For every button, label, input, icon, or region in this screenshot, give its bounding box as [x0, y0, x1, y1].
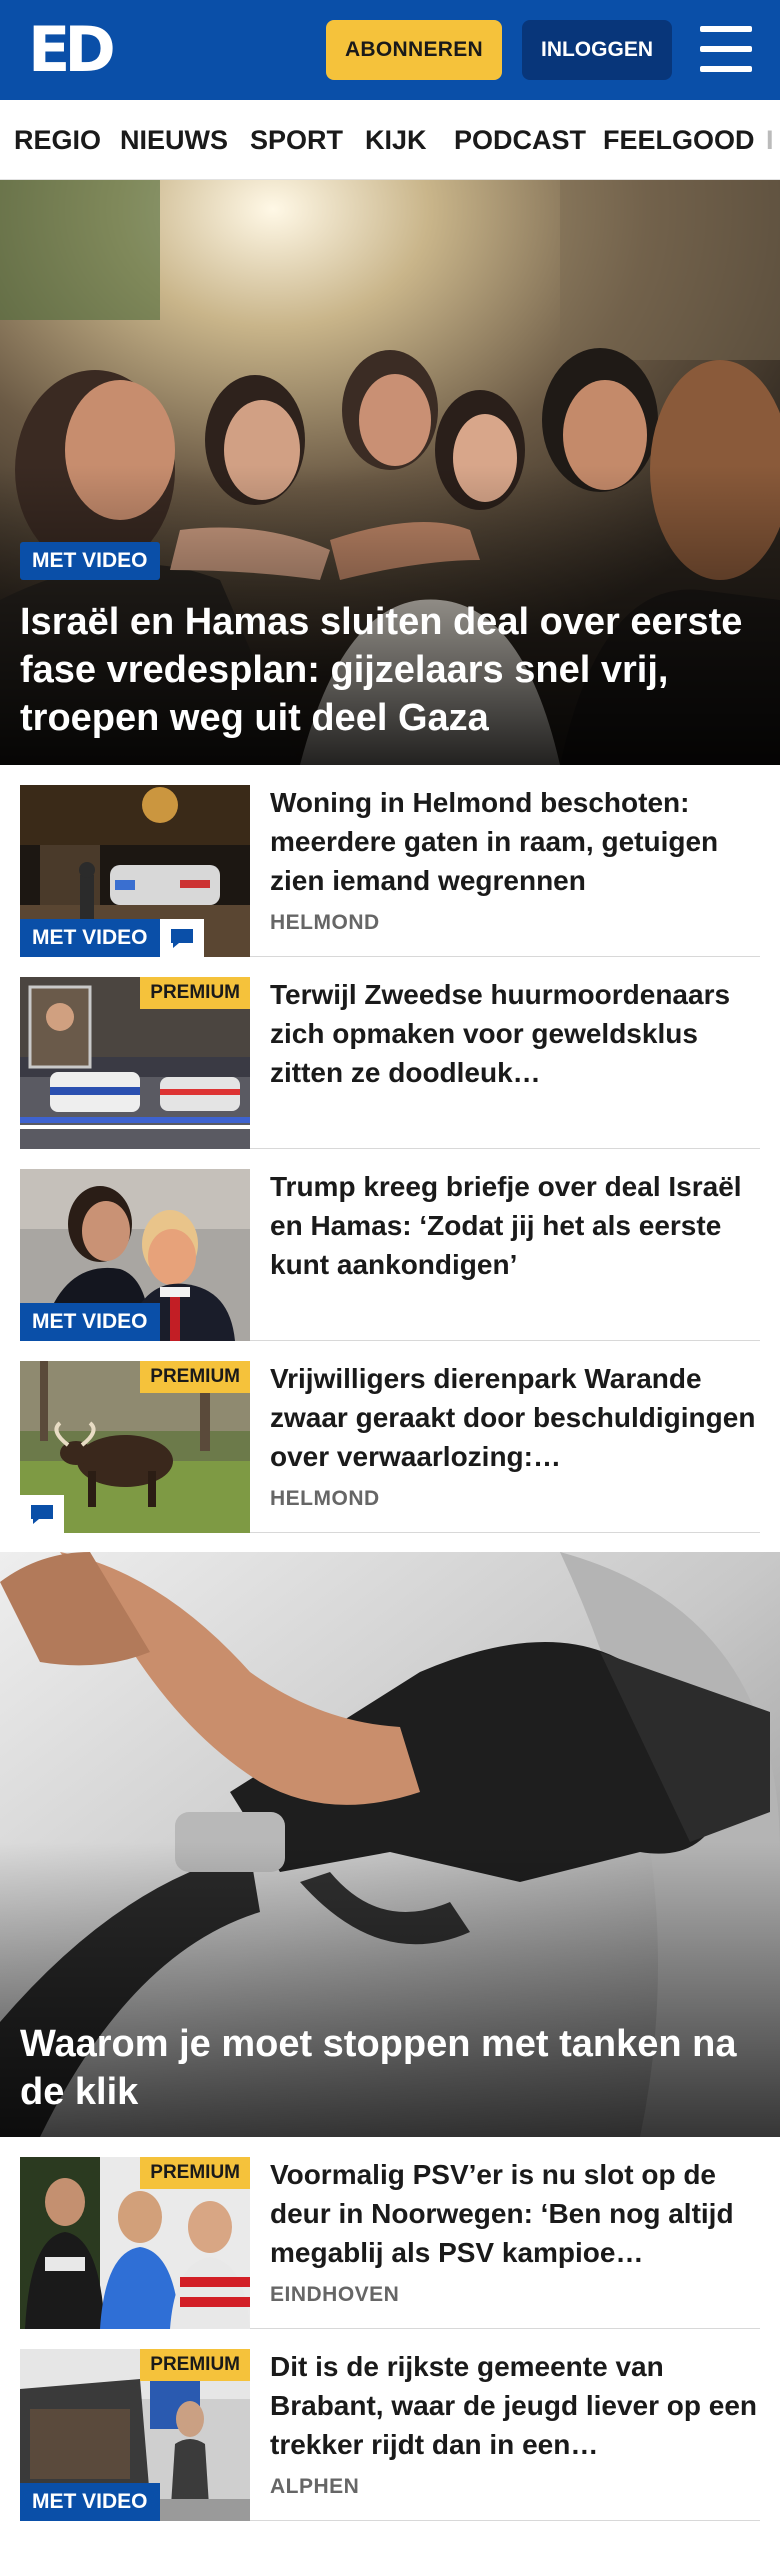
- nav-item-nieuws[interactable]: NIEUWS: [120, 100, 228, 179]
- nav-item-kijk[interactable]: KIJK: [365, 100, 427, 179]
- premium-badge: PREMIUM: [140, 2157, 250, 2189]
- hero-headline[interactable]: Israël en Hamas sluiten deal over eerste…: [20, 598, 760, 742]
- hamburger-menu-icon[interactable]: [700, 26, 752, 72]
- article-thumbnail: MET VIDEO: [20, 1169, 250, 1341]
- article-region-tag: EINDHOVEN: [270, 2283, 400, 2306]
- video-badge: MET VIDEO: [20, 1303, 160, 1341]
- nav-item-feelgood[interactable]: FEELGOOD: [603, 100, 755, 179]
- list-item[interactable]: PREMIUM Voormalig PSV’er is nu slot op d…: [20, 2137, 760, 2329]
- list-item[interactable]: PREMIUM Terwijl Zweedse huurmoorde­naars…: [20, 957, 760, 1149]
- list-item[interactable]: PREMIUM MET VIDEO Dit is de rijkste geme…: [20, 2329, 760, 2521]
- nav-item-sport[interactable]: SPORT: [250, 100, 343, 179]
- article-thumbnail: PREMIUM: [20, 1361, 250, 1533]
- article-region-tag: ALPHEN: [270, 2475, 360, 2498]
- article-thumbnail: PREMIUM: [20, 977, 250, 1149]
- section-nav: REGIO NIEUWS SPORT KIJK PODCAST FEELGOOD…: [0, 100, 780, 180]
- article-thumbnail: PREMIUM: [20, 2157, 250, 2329]
- comment-icon: [20, 1495, 64, 1533]
- promo-headline[interactable]: Waarom je moet stoppen met tanken na de …: [20, 2020, 760, 2116]
- list-item[interactable]: MET VIDEO Trump kreeg briefje over deal …: [20, 1149, 760, 1341]
- premium-badge: PREMIUM: [140, 977, 250, 1009]
- subscribe-button[interactable]: ABONNEREN: [326, 20, 502, 80]
- article-headline[interactable]: Woning in Helmond beschoten: meerdere ga…: [270, 783, 760, 900]
- article-region-tag: HELMOND: [270, 911, 380, 934]
- comment-icon: [160, 919, 204, 957]
- premium-badge: PREMIUM: [140, 2349, 250, 2381]
- video-badge: MET VIDEO: [20, 919, 160, 957]
- top-header: ED ABONNEREN INLOGGEN: [0, 0, 780, 100]
- article-headline[interactable]: Vrijwilligers dierenpark Warande zwaar g…: [270, 1359, 760, 1476]
- article-thumbnail: MET VIDEO: [20, 785, 250, 957]
- promo-article[interactable]: Waarom je moet stoppen met tanken na de …: [0, 1552, 780, 2137]
- article-headline[interactable]: Trump kreeg briefje over deal Israël en …: [270, 1167, 760, 1284]
- video-badge: MET VIDEO: [20, 2483, 160, 2521]
- login-button[interactable]: INLOGGEN: [522, 20, 672, 80]
- hero-article[interactable]: MET VIDEO Israël en Hamas sluiten deal o…: [0, 180, 780, 765]
- nav-item-overflow[interactable]: I: [766, 100, 774, 179]
- nav-item-regio[interactable]: REGIO: [14, 100, 101, 179]
- list-item[interactable]: PREMIUM Vrijwilligers dierenpark Warande…: [20, 1341, 760, 1533]
- logo-text: ED: [28, 13, 116, 86]
- list-item[interactable]: MET VIDEO Woning in Helmond beschoten: m…: [20, 765, 760, 957]
- premium-badge: PREMIUM: [140, 1361, 250, 1393]
- article-headline[interactable]: Voormalig PSV’er is nu slot op de deur i…: [270, 2155, 760, 2272]
- nav-item-podcast[interactable]: PODCAST: [454, 100, 586, 179]
- article-thumbnail: PREMIUM MET VIDEO: [20, 2349, 250, 2521]
- article-headline[interactable]: Dit is de rijkste gemeente van Brabant, …: [270, 2347, 760, 2464]
- video-badge: MET VIDEO: [20, 542, 160, 580]
- site-logo[interactable]: ED: [28, 18, 118, 82]
- article-headline[interactable]: Terwijl Zweedse huurmoorde­naars zich op…: [270, 975, 760, 1092]
- article-region-tag: HELMOND: [270, 1487, 380, 1510]
